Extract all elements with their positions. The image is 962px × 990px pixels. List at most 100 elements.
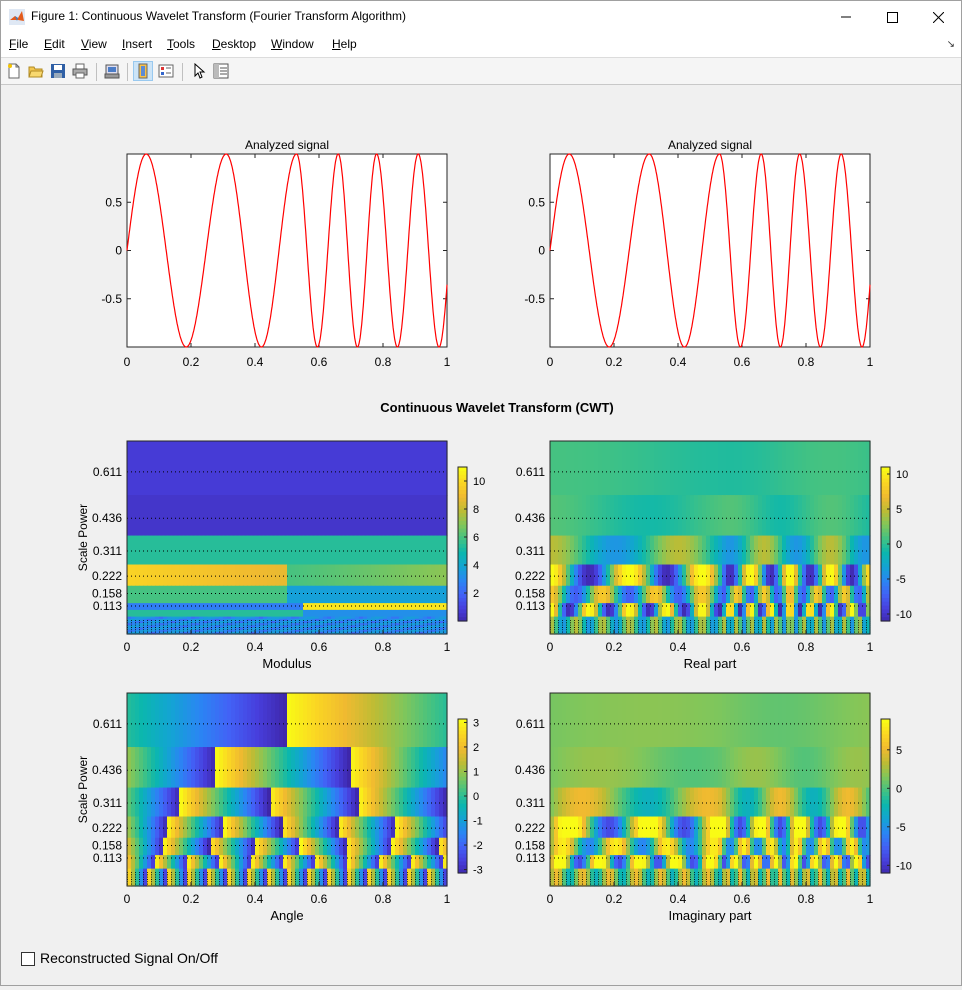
colorbar-cell [458,586,467,590]
heatmap-cell [562,441,567,496]
heatmap-cell [367,441,372,496]
colorbar-cell [458,777,467,781]
heatmap-cell [239,693,244,748]
signal-axes-2[interactable]: Analyzed signal0.50-0.500.20.40.60.81 [524,138,873,369]
heatmap-cell [411,610,416,617]
heatmap-cell [151,862,156,869]
save-button[interactable] [48,61,68,81]
signal-axes-1[interactable]: Analyzed signal0.50-0.500.20.40.60.81 [101,138,450,369]
heatmap-cell [734,536,739,566]
heatmap-cell [303,610,308,617]
heatmap-cell [634,817,639,839]
heatmap-cell [706,441,711,496]
heatmap-cell [842,788,847,818]
heatmap-cell [415,586,420,604]
heatmap-cell [566,441,571,496]
cwt-axes-real-part[interactable]: 0.6110.4360.3110.2220.1580.11300.20.40.6… [515,441,912,671]
heatmap-cell [582,862,587,869]
cwt-axes-angle[interactable]: 0.6110.4360.3110.2220.1580.11300.20.40.6… [76,693,483,923]
property-inspector-button[interactable] [211,61,231,81]
heatmap-cell [155,495,160,536]
heatmap-cell [411,495,416,536]
heatmap-cell [295,817,300,839]
heatmap-cell [774,862,779,869]
heatmap-cell [634,603,639,610]
menu-tools[interactable]: Tools [167,37,195,51]
heatmap-cell [355,586,360,604]
heatmap-cell [255,817,260,839]
link-plot-button[interactable] [133,61,153,81]
heatmap-cell [570,603,575,610]
edit-plot-button[interactable] [189,61,209,81]
cwt-axes-modulus[interactable]: 0.6110.4360.3110.2220.1580.11300.20.40.6… [76,441,485,671]
heatmap-cell [634,536,639,566]
new-figure-button[interactable] [4,61,24,81]
heatmap-cell [195,603,200,610]
menu-file[interactable]: File [9,37,28,51]
heatmap-cell [271,586,276,604]
heatmap-cell [626,565,631,587]
heatmap-cell [578,586,583,604]
heatmap-cell [179,855,184,862]
menu-window[interactable]: Window [271,37,314,51]
heatmap-cell [818,603,823,610]
heatmap-cell [379,441,384,496]
heatmap-cell [347,855,352,862]
heatmap-cell [163,862,168,869]
heatmap-cell [151,817,156,839]
menu-desktop[interactable]: Desktop [212,37,256,51]
heatmap-cell [279,788,284,818]
heatmap-cell [706,838,711,856]
close-button[interactable] [915,1,961,33]
heatmap-cell [163,838,168,856]
heatmap-cell [307,855,312,862]
heatmap-cell [634,610,639,617]
heatmap-cell [742,855,747,862]
heatmap-cell [279,536,284,566]
heatmap-cell [283,817,288,839]
heatmap-cell [151,603,156,610]
heatmap-cell [614,817,619,839]
menu-insert[interactable]: Insert [122,37,152,51]
heatmap-cell [570,788,575,818]
open-file-button[interactable] [26,61,46,81]
heatmap-cell [203,610,208,617]
colorbar-cell [458,854,467,858]
colorbar-cell [458,532,467,536]
heatmap-cell [570,441,575,496]
heatmap-cell [431,788,436,818]
heatmap-cell [582,788,587,818]
heatmap-cell [299,838,304,856]
colorbar-cell [458,559,467,563]
heatmap-cell [862,855,867,862]
menu-help[interactable]: Help [332,37,357,51]
figure-plot-area: Continuous Wavelet Transform (CWT) Analy… [1,85,961,985]
heatmap-cell [127,747,132,788]
colorbar-cell [458,513,467,517]
heatmap-cell [311,603,316,610]
heatmap-cell [215,536,220,566]
heatmap-cell [139,838,144,856]
cwt-axes-imaginary-part[interactable]: 0.6110.4360.3110.2220.1580.11300.20.40.6… [515,693,912,923]
menu-edit[interactable]: Edit [44,37,65,51]
heatmap-cell [734,855,739,862]
heatmap-cell [598,441,603,496]
heatmap-cell [371,838,376,856]
minimize-button[interactable] [823,1,869,33]
insert-colorbar-button[interactable] [156,61,176,81]
menu-view[interactable]: View [81,37,107,51]
print-button[interactable] [70,61,90,81]
heatmap-cell [355,610,360,617]
heatmap-cell [435,565,440,587]
menu-dock-arrow-icon[interactable]: ↘ [947,39,955,50]
colorbar-cell [881,563,890,567]
heatmap-cell [431,747,436,788]
heatmap-cell [143,565,148,587]
heatmap-cell [578,603,583,610]
heatmap-cell [618,536,623,566]
heatmap-cell [574,565,579,587]
heatmap-cell [838,495,843,536]
maximize-button[interactable] [869,1,915,33]
heatmap-cell [594,603,599,610]
print-preview-button[interactable] [102,61,122,81]
